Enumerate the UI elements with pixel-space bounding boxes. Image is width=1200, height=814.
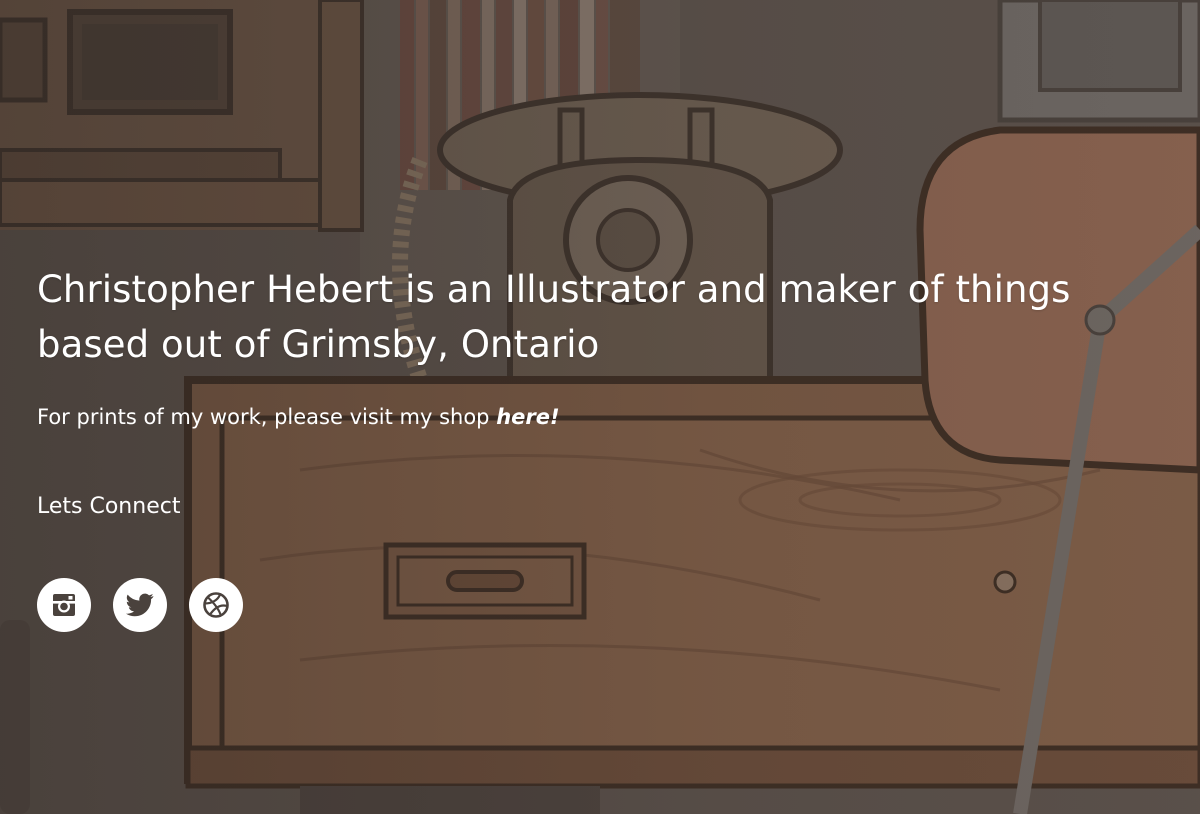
social-links — [37, 578, 1167, 632]
shop-text-label: For prints of my work, please visit my s… — [37, 405, 497, 429]
instagram-button[interactable] — [37, 578, 91, 632]
shop-text: For prints of my work, please visit my s… — [37, 402, 1167, 432]
twitter-icon — [126, 593, 154, 617]
dribbble-icon — [203, 592, 229, 618]
instagram-icon — [53, 594, 75, 616]
dribbble-button[interactable] — [189, 578, 243, 632]
page-title: Christopher Hebert is an Illustrator and… — [37, 268, 1071, 366]
hero-content: Christopher Hebert is an Illustrator and… — [37, 262, 1167, 632]
connect-heading: Lets Connect — [37, 494, 181, 519]
twitter-button[interactable] — [113, 578, 167, 632]
shop-link[interactable]: here! — [496, 405, 559, 429]
